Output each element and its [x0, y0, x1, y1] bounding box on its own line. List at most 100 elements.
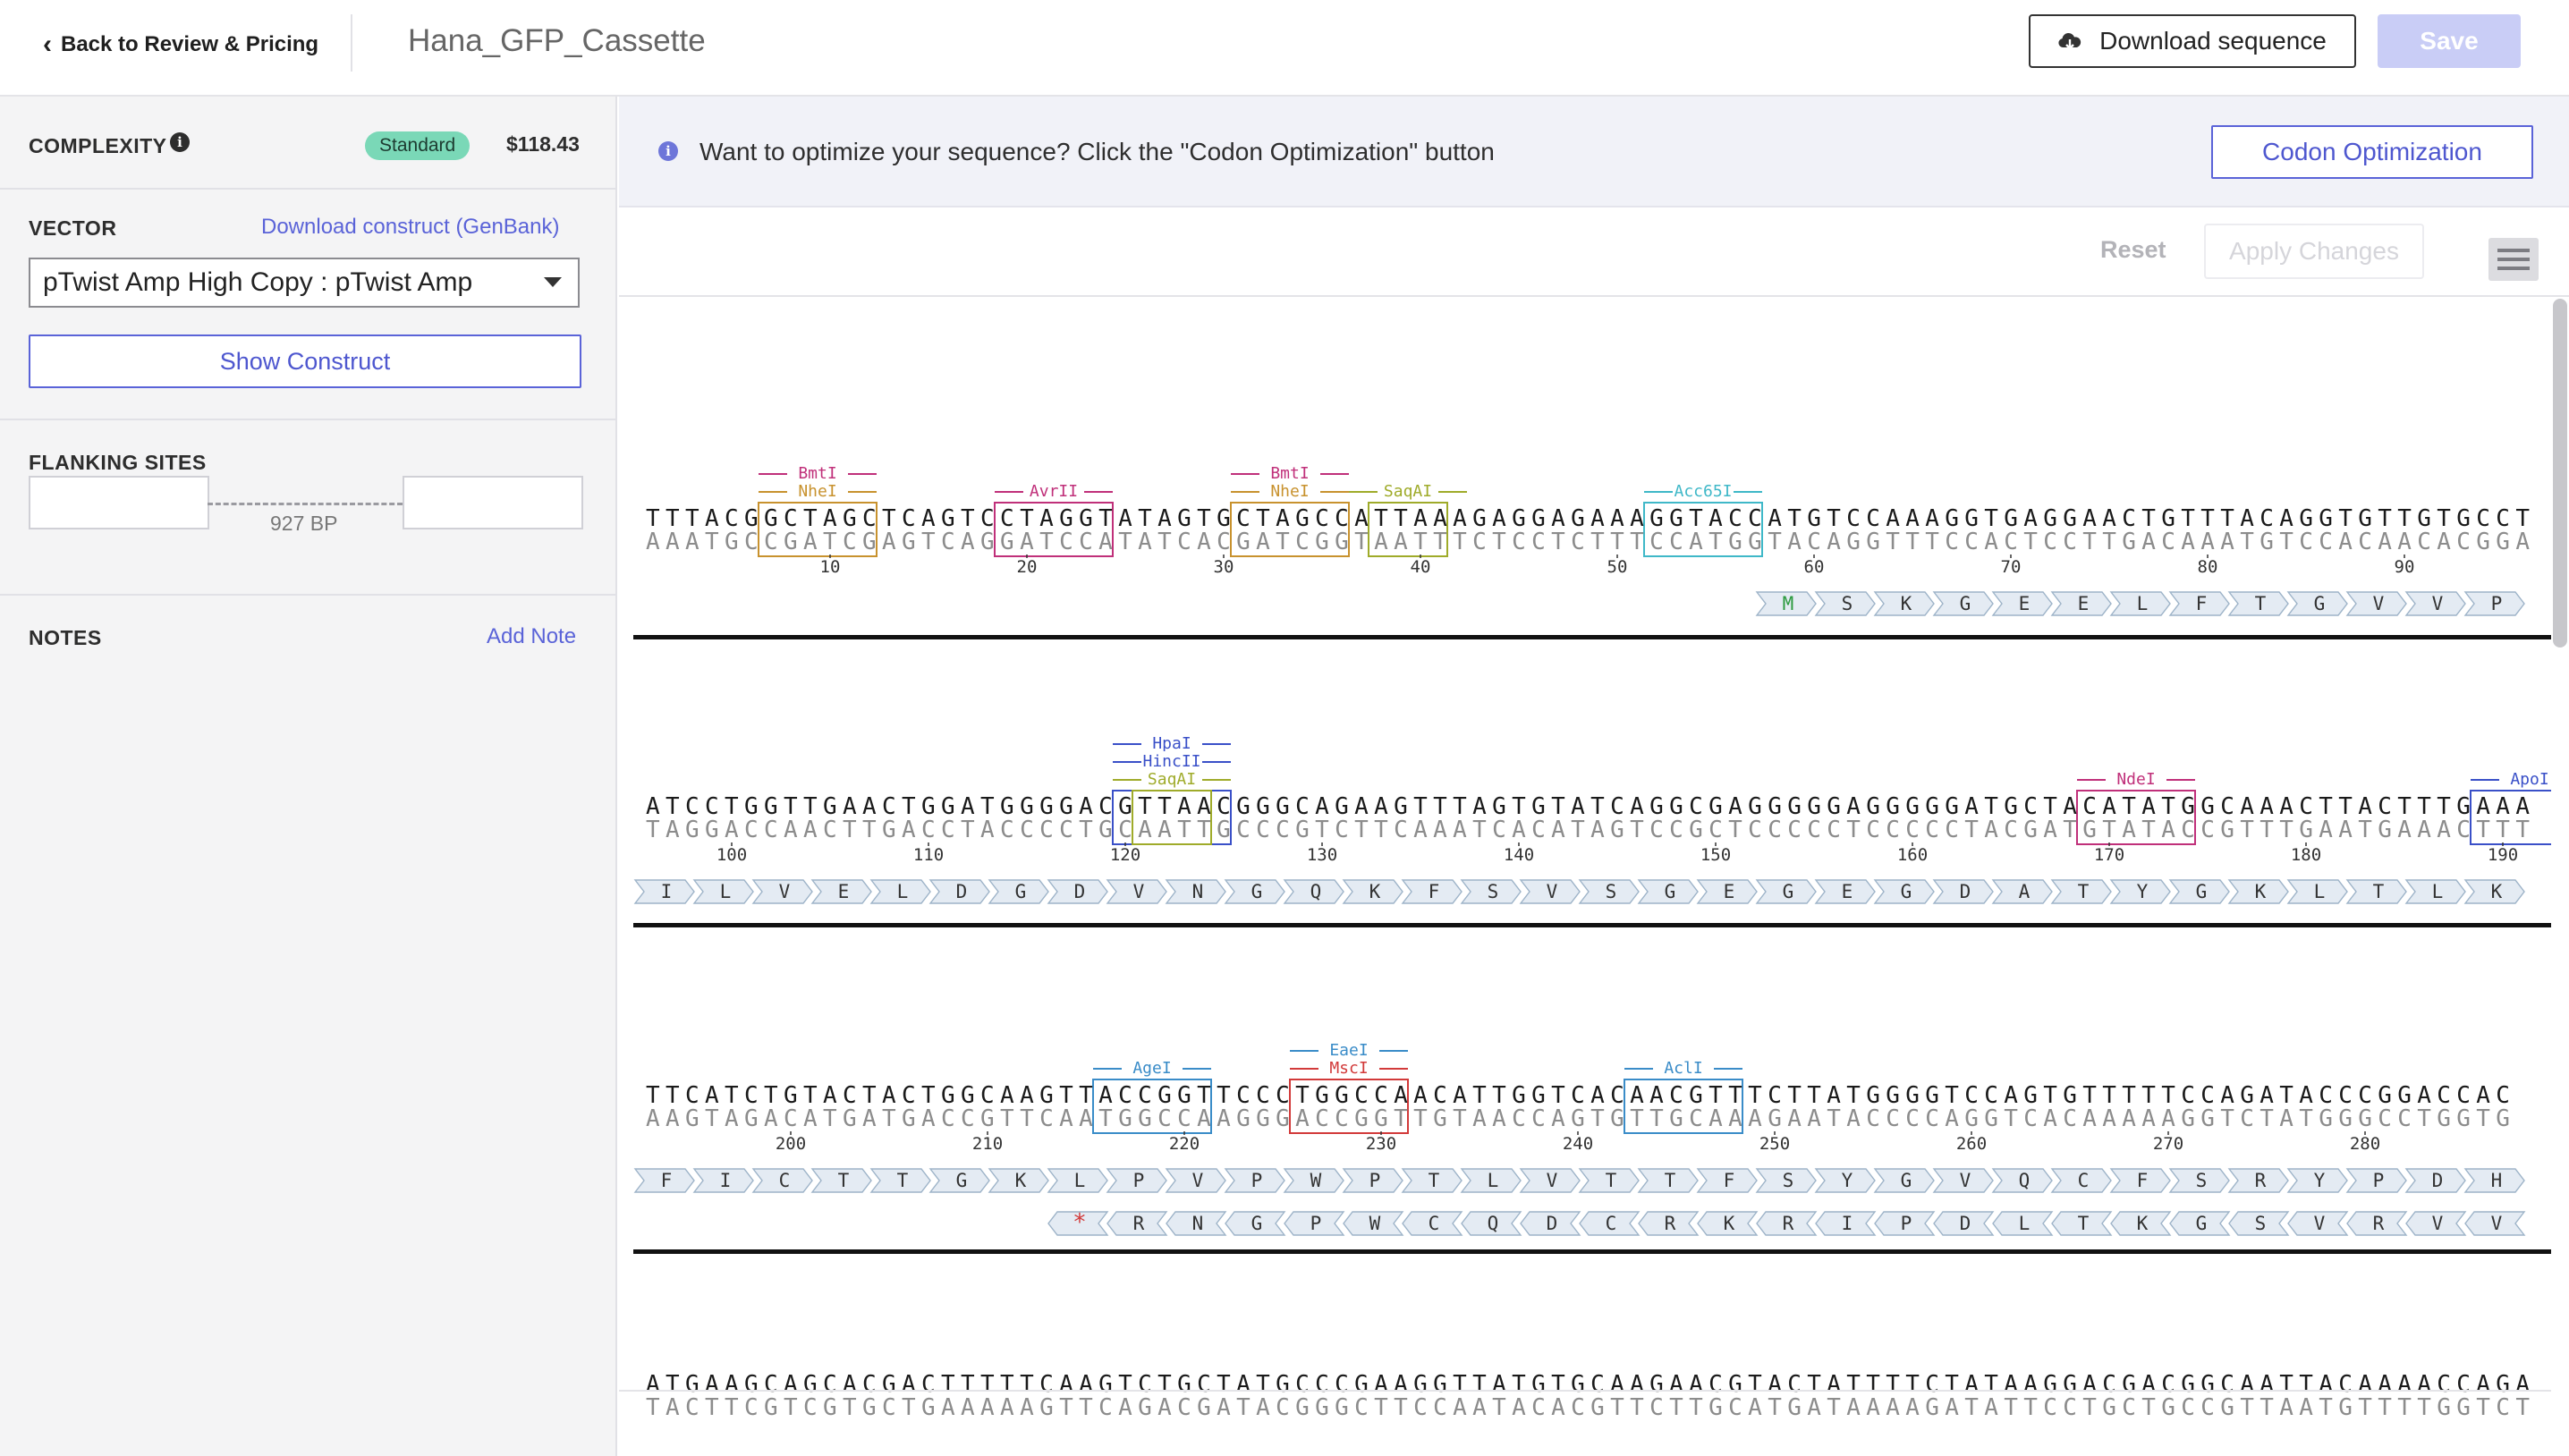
amino-acid-label: P: [2373, 1170, 2385, 1191]
amino-acid-label: F: [2196, 593, 2208, 614]
vector-select-value: pTwist Amp High Copy : pTwist Amp: [43, 267, 473, 297]
amino-acid-label: V: [1547, 1170, 1558, 1191]
amino-acid-label: L: [2314, 881, 2326, 902]
back-to-review-link[interactable]: ‹ Back to Review & Pricing: [43, 27, 318, 63]
amino-acid-label: C: [2078, 1170, 2090, 1191]
amino-acid-label: C: [779, 1170, 791, 1191]
cloud-download-icon: [2058, 32, 2081, 50]
amino-acid-label: T: [2255, 593, 2267, 614]
amino-acid-label: V: [2432, 593, 2444, 614]
position-label: 170: [2094, 845, 2124, 865]
amino-acid-label: F: [2137, 1170, 2149, 1191]
position-label: 40: [1411, 557, 1431, 577]
complexity-label: COMPLEXITY: [29, 134, 167, 157]
download-sequence-button[interactable]: Download sequence: [2029, 14, 2356, 68]
amino-acid-label: K: [1015, 1170, 1027, 1191]
amino-acid-label: T: [1606, 1170, 1617, 1191]
amino-acid-label: I: [720, 1170, 732, 1191]
sequence-map[interactable]: BmtINheI AvrIIBmtINheI SaqAI Acc65ITTTACGGC…: [619, 297, 2569, 1456]
amino-acid-label: E: [2078, 593, 2090, 614]
sidebar-divider: [0, 419, 617, 420]
amino-acid-label: Q: [1488, 1213, 1499, 1234]
restriction-enzyme-label: HpaI: [1152, 734, 1191, 753]
amino-acid-label: Y: [2314, 1170, 2326, 1191]
amino-acid-label: S: [1783, 1170, 1794, 1191]
sequence-viewer[interactable]: BmtI NheI AvrII BmtI NheI SaqAI Acc65I TTTACGGC…: [619, 297, 2569, 1456]
amino-acid-label: D: [1960, 881, 1971, 902]
position-label: 160: [1897, 845, 1928, 865]
hamburger-menu-icon[interactable]: [2488, 238, 2539, 281]
sequence-scrollbar[interactable]: [2553, 299, 2567, 648]
amino-acid-label: I: [661, 881, 673, 902]
restriction-enzyme-label: AvrII: [1030, 482, 1078, 501]
position-label: 140: [1504, 845, 1534, 865]
position-label: 30: [1214, 557, 1234, 577]
amino-acid-label: V: [1960, 1170, 1971, 1191]
codon-optimization-button[interactable]: Codon Optimization: [2211, 125, 2533, 179]
position-label: 180: [2291, 845, 2321, 865]
vector-select[interactable]: pTwist Amp High Copy : pTwist Amp: [29, 258, 580, 308]
amino-acid-label: W: [1369, 1213, 1381, 1234]
main-panel: i Want to optimize your sequence? Click …: [619, 97, 2569, 1456]
amino-acid-label: G: [1251, 1213, 1263, 1234]
flanking-site-3-input[interactable]: [403, 476, 583, 529]
flanking-sites-label: FLANKING SITES: [29, 451, 207, 474]
amino-acid-label: S: [2196, 1170, 2208, 1191]
amino-acid-label: K: [2255, 881, 2267, 902]
info-icon: i: [658, 141, 678, 161]
chevron-left-icon: ‹: [43, 30, 52, 59]
amino-acid-label: G: [1665, 881, 1676, 902]
amino-acid-label: V: [2432, 1213, 2444, 1234]
restriction-enzyme-label: SaqAI: [1148, 770, 1196, 789]
show-construct-button[interactable]: Show Construct: [29, 334, 581, 388]
amino-acid-label: G: [1901, 881, 1912, 902]
amino-acid-label: G: [2196, 881, 2208, 902]
position-label: 80: [2198, 557, 2218, 577]
restriction-enzyme-label: EaeI: [1329, 1041, 1368, 1060]
amino-acid-label: R: [2373, 1213, 2385, 1234]
amino-acid-label: R: [1783, 1213, 1794, 1234]
page-title[interactable]: Hana_GFP_Cassette: [408, 23, 706, 59]
save-button[interactable]: Save: [2378, 14, 2521, 68]
sequence-toolbar: Reset Apply Changes: [619, 207, 2569, 297]
download-genbank-link[interactable]: Download construct (GenBank): [261, 215, 560, 240]
restriction-enzyme-label: Acc65I: [1674, 482, 1732, 501]
reverse-strand: TAGGACCAACTTGACCTACCCCTGCAATTGCCCGTCTTCA…: [646, 817, 2535, 843]
amino-acid-label: G: [2196, 1213, 2208, 1234]
amino-acid-label: C: [1429, 1213, 1440, 1234]
back-link-label: Back to Review & Pricing: [61, 32, 319, 56]
sidebar: COMPLEXITY i Standard $118.43 VECTOR Dow…: [0, 97, 617, 1456]
flanking-site-5-input[interactable]: [29, 476, 209, 529]
add-note-link[interactable]: Add Note: [487, 624, 576, 649]
position-label: 240: [1563, 1134, 1593, 1154]
apply-changes-button[interactable]: Apply Changes: [2204, 224, 2424, 279]
amino-acid-label: V: [779, 881, 791, 902]
complexity-info-icon[interactable]: i: [170, 132, 190, 152]
amino-acid-label: K: [2137, 1213, 2149, 1234]
amino-acid-label: D: [1547, 1213, 1558, 1234]
position-label: 50: [1607, 557, 1628, 577]
amino-acid-label: V: [1133, 881, 1145, 902]
restriction-enzyme-label: AgeI: [1132, 1059, 1171, 1078]
position-label: 220: [1169, 1134, 1200, 1154]
reverse-strand: AAGTAGACATGATGACCGTTCAATGGCCAAGGGACCGGTT…: [646, 1105, 2515, 1132]
amino-acid-label: R: [1133, 1213, 1145, 1234]
amino-acid-label: N: [1192, 881, 1204, 902]
reset-button[interactable]: Reset: [2100, 236, 2166, 264]
restriction-enzyme-label: NheI: [798, 482, 836, 501]
amino-acid-label: G: [1783, 881, 1794, 902]
amino-acid-label: G: [1251, 881, 1263, 902]
amino-acid-label: S: [1606, 881, 1617, 902]
position-label: 230: [1366, 1134, 1396, 1154]
amino-acid-label: L: [1074, 1170, 1086, 1191]
flanking-connector: [208, 503, 403, 505]
restriction-enzyme-label: ApoI: [2510, 770, 2548, 789]
amino-acid-label: P: [1369, 1170, 1381, 1191]
optimization-banner: i Want to optimize your sequence? Click …: [619, 97, 2569, 207]
amino-acid-label: K: [1369, 881, 1381, 902]
top-header: ‹ Back to Review & Pricing Hana_GFP_Cass…: [0, 0, 2569, 97]
position-label: 270: [2153, 1134, 2183, 1154]
reverse-strand: TACTTCGTCGTGCTGAAAAAGTTCAGACGATACGGGCTTC…: [646, 1394, 2535, 1421]
viewer-bottom-border: [619, 1390, 2551, 1392]
position-label: 190: [2488, 845, 2518, 865]
